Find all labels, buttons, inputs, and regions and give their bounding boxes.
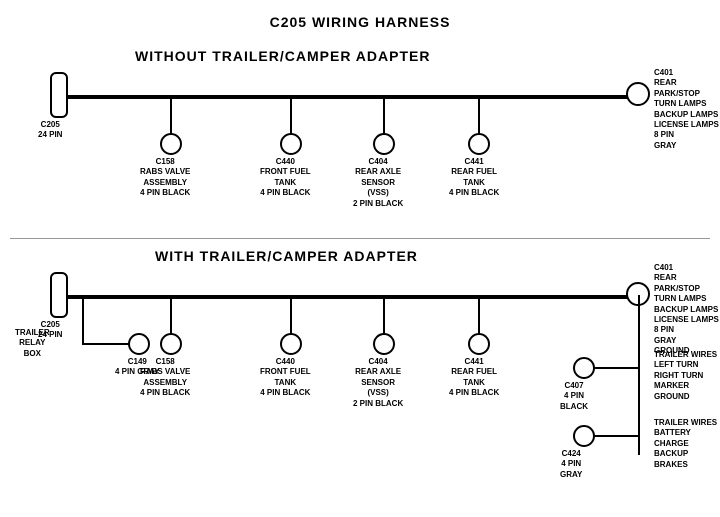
c205-1-label: C20524 PIN xyxy=(38,120,62,141)
c440-2-label: C440FRONT FUELTANK4 PIN BLACK xyxy=(260,357,311,399)
page-title: C205 WIRING HARNESS xyxy=(0,6,720,30)
c441-2-label: C441REAR FUELTANK4 PIN BLACK xyxy=(449,357,499,399)
c441-1-vline xyxy=(478,95,480,135)
c401-1-label: C401REAR PARK/STOPTURN LAMPSBACKUP LAMPS… xyxy=(654,68,720,151)
c401-2-label: C401REAR PARK/STOPTURN LAMPSBACKUP LAMPS… xyxy=(654,263,720,357)
section2-hline xyxy=(60,295,640,299)
trailer-wires-1-label: TRAILER WIRESLEFT TURNRIGHT TURNMARKERGR… xyxy=(654,350,717,402)
trailer-wires-2-label: TRAILER WIRESBATTERY CHARGEBACKUPBRAKES xyxy=(654,418,720,470)
c441-1-label: C441REAR FUELTANK4 PIN BLACK xyxy=(449,157,499,199)
c205-1-rect xyxy=(50,72,68,118)
c158-2-label: C158RABS VALVEASSEMBLY4 PIN BLACK xyxy=(140,357,190,399)
c158-2-vline xyxy=(170,295,172,335)
c404-2-vline xyxy=(383,295,385,335)
c407-label: C4074 PINBLACK xyxy=(560,381,588,412)
divider xyxy=(10,238,710,239)
c149-circle xyxy=(128,333,150,355)
c404-1-circle xyxy=(373,133,395,155)
c404-1-label: C404REAR AXLESENSOR(VSS)2 PIN BLACK xyxy=(353,157,403,209)
trailer-relay-label: TRAILERRELAYBOX xyxy=(15,328,50,359)
section2-label: WITH TRAILER/CAMPER ADAPTER xyxy=(155,248,418,264)
c158-1-label: C158RABS VALVEASSEMBLY4 PIN BLACK xyxy=(140,157,190,199)
c407-hline xyxy=(595,367,639,369)
c440-2-vline xyxy=(290,295,292,335)
c440-1-circle xyxy=(280,133,302,155)
c441-1-circle xyxy=(468,133,490,155)
section1-label: WITHOUT TRAILER/CAMPER ADAPTER xyxy=(135,48,430,64)
right-branch-vline xyxy=(638,295,640,455)
c424-hline xyxy=(595,435,639,437)
c401-1-circle xyxy=(626,82,650,106)
c407-circle xyxy=(573,357,595,379)
c149-hline xyxy=(82,343,132,345)
c424-circle xyxy=(573,425,595,447)
c404-2-label: C404REAR AXLESENSOR(VSS)2 PIN BLACK xyxy=(353,357,403,409)
section1-hline xyxy=(60,95,640,99)
c440-2-circle xyxy=(280,333,302,355)
c424-label: C4244 PINGRAY xyxy=(560,449,582,480)
c404-2-circle xyxy=(373,333,395,355)
c158-2-circle xyxy=(160,333,182,355)
c149-vline-horiz xyxy=(82,295,84,345)
c441-2-vline xyxy=(478,295,480,335)
c440-1-label: C440FRONT FUELTANK4 PIN BLACK xyxy=(260,157,311,199)
c441-2-circle xyxy=(468,333,490,355)
c158-1-vline xyxy=(170,95,172,135)
diagram-container: C205 WIRING HARNESS WITHOUT TRAILER/CAMP… xyxy=(0,0,720,500)
c404-1-vline xyxy=(383,95,385,135)
c158-1-circle xyxy=(160,133,182,155)
c440-1-vline xyxy=(290,95,292,135)
c205-2-rect xyxy=(50,272,68,318)
